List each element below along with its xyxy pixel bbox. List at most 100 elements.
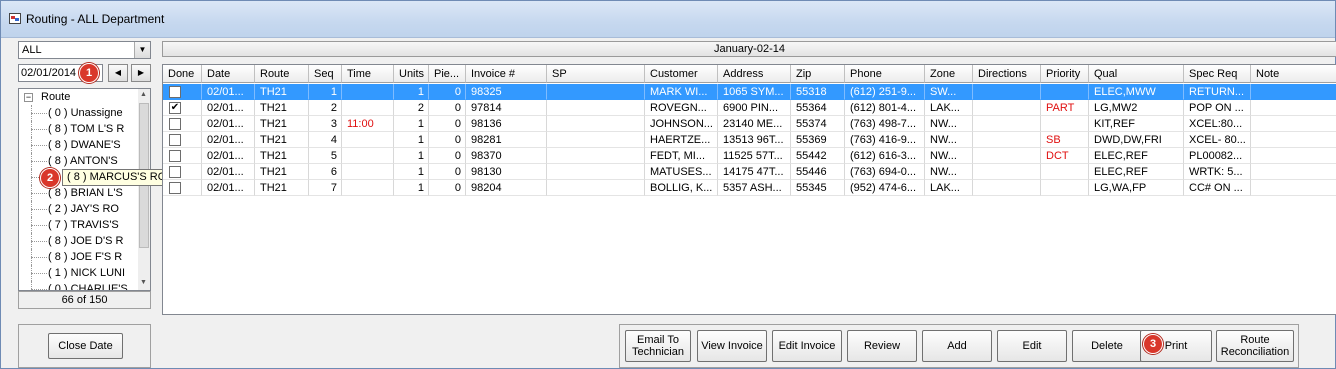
tree-item[interactable]: ( 8 ) JOE F'S R bbox=[19, 249, 139, 265]
window-title: Routing - ALL Department bbox=[26, 12, 165, 26]
tree-item[interactable]: ( 8 ) TOM L'S R bbox=[19, 121, 139, 137]
column-header-route[interactable]: Route bbox=[255, 65, 309, 83]
column-header-priority[interactable]: Priority bbox=[1041, 65, 1089, 83]
column-header-pie[interactable]: Pie... bbox=[429, 65, 466, 83]
cell-units: 1 bbox=[394, 164, 429, 180]
tree-item[interactable]: ( 8 ) DWANE'S bbox=[19, 137, 139, 153]
collapse-icon[interactable]: − bbox=[24, 93, 33, 102]
cell-note bbox=[1251, 116, 1336, 132]
close-date-button[interactable]: Close Date bbox=[48, 333, 123, 359]
chevron-down-icon[interactable]: ▼ bbox=[134, 42, 150, 58]
column-header-address[interactable]: Address bbox=[718, 65, 791, 83]
tree-item-label: ( 0 ) CHARLIE'S bbox=[48, 283, 128, 291]
route-tree[interactable]: − Route ( 0 ) Unassigne ( 8 ) TOM L'S R ( … bbox=[18, 88, 151, 291]
cell-pie: 0 bbox=[429, 132, 466, 148]
add-button[interactable]: Add bbox=[922, 330, 992, 362]
tree-connector bbox=[31, 257, 47, 258]
column-header-customer[interactable]: Customer bbox=[645, 65, 718, 83]
tree-item[interactable]: ( 2 ) JAY'S RO bbox=[19, 201, 139, 217]
view-invoice-button[interactable]: View Invoice bbox=[697, 330, 767, 362]
done-checkbox[interactable] bbox=[169, 134, 181, 146]
table-row[interactable]: 02/01... TH21 3 11:00 1 0 98136 JOHNSON... 23140… bbox=[163, 116, 1336, 132]
edit-invoice-button[interactable]: Edit Invoice bbox=[772, 330, 842, 362]
cell-directions bbox=[973, 100, 1041, 116]
tree-scrollbar[interactable]: ▲ ▼ bbox=[138, 89, 150, 290]
done-checkbox[interactable] bbox=[169, 182, 181, 194]
cell-note bbox=[1251, 84, 1336, 100]
column-header-spec[interactable]: Spec Req bbox=[1184, 65, 1251, 83]
column-header-sp[interactable]: SP bbox=[547, 65, 645, 83]
column-header-date[interactable]: Date bbox=[202, 65, 255, 83]
tree-item[interactable]: ( 0 ) Unassigne bbox=[19, 105, 139, 121]
cell-route: TH21 bbox=[255, 84, 309, 100]
cell-pie: 0 bbox=[429, 84, 466, 100]
cell-units: 2 bbox=[394, 100, 429, 116]
cell-sp bbox=[547, 148, 645, 164]
column-header-seq[interactable]: Seq bbox=[309, 65, 342, 83]
tree-item[interactable]: ( 8 ) JOE D'S R bbox=[19, 233, 139, 249]
tree-item-label: ( 0 ) Unassigne bbox=[48, 107, 123, 119]
column-header-units[interactable]: Units bbox=[394, 65, 429, 83]
column-header-zip[interactable]: Zip bbox=[791, 65, 845, 83]
done-checkbox[interactable] bbox=[169, 150, 181, 162]
cell-qual: ELEC,MWW bbox=[1089, 84, 1184, 100]
cell-seq: 2 bbox=[309, 100, 342, 116]
column-header-zone[interactable]: Zone bbox=[925, 65, 973, 83]
done-checkbox[interactable]: ✔ bbox=[169, 102, 181, 114]
route-reconciliation-label: Route Reconciliation bbox=[1220, 334, 1290, 358]
cell-done bbox=[163, 164, 202, 180]
cell-directions bbox=[973, 132, 1041, 148]
next-date-button[interactable]: ▶ bbox=[131, 64, 151, 82]
table-row[interactable]: 02/01... TH21 4 1 0 98281 HAERTZE... 13513 96T.… bbox=[163, 132, 1336, 148]
cell-directions bbox=[973, 164, 1041, 180]
column-header-done[interactable]: Done bbox=[163, 65, 202, 83]
tree-root[interactable]: − Route bbox=[19, 89, 139, 105]
done-checkbox[interactable] bbox=[169, 166, 181, 178]
delete-button[interactable]: Delete bbox=[1072, 330, 1142, 362]
table-row[interactable]: 02/01... TH21 1 1 0 98325 MARK WI... 1065 SYM..… bbox=[163, 84, 1336, 100]
column-header-invoice[interactable]: Invoice # bbox=[466, 65, 547, 83]
cell-phone: (612) 801-4... bbox=[845, 100, 925, 116]
cell-date: 02/01... bbox=[202, 84, 255, 100]
column-header-note[interactable]: Note bbox=[1251, 65, 1336, 83]
cell-seq: 3 bbox=[309, 116, 342, 132]
table-row[interactable]: 02/01... TH21 7 1 0 98204 BOLLIG, K... 5357 ASH… bbox=[163, 180, 1336, 196]
tree-item-label: ( 8 ) ANTON'S bbox=[48, 155, 118, 167]
tree-item[interactable]: ( 1 ) NICK LUNI bbox=[19, 265, 139, 281]
review-button[interactable]: Review bbox=[847, 330, 917, 362]
edit-button[interactable]: Edit bbox=[997, 330, 1067, 362]
table-row[interactable]: 02/01... TH21 5 1 0 98370 FEDT, MI... 11525 57T… bbox=[163, 148, 1336, 164]
tree-item[interactable]: ( 0 ) CHARLIE'S bbox=[19, 281, 139, 291]
cell-priority bbox=[1041, 180, 1089, 196]
cell-seq: 6 bbox=[309, 164, 342, 180]
done-checkbox[interactable] bbox=[169, 86, 181, 98]
scroll-down-icon[interactable]: ▼ bbox=[140, 279, 147, 286]
column-header-directions[interactable]: Directions bbox=[973, 65, 1041, 83]
table-row[interactable]: ✔ 02/01... TH21 2 2 0 97814 ROVEGN... 6900 PIN..… bbox=[163, 100, 1336, 116]
prev-date-button[interactable]: ◀ bbox=[108, 64, 128, 82]
scroll-up-icon[interactable]: ▲ bbox=[140, 91, 147, 98]
tree-item[interactable]: ( 7 ) TRAVIS'S bbox=[19, 217, 139, 233]
callout-marker-1: 1 bbox=[79, 63, 99, 83]
route-reconciliation-button[interactable]: Route Reconciliation bbox=[1216, 330, 1294, 362]
table-row[interactable]: 02/01... TH21 6 1 0 98130 MATUSES... 14175 47T.… bbox=[163, 164, 1336, 180]
department-select[interactable]: ALL ▼ bbox=[18, 41, 151, 59]
done-checkbox[interactable] bbox=[169, 118, 181, 130]
tree-item[interactable]: ( 8 ) ANTON'S bbox=[19, 153, 139, 169]
cell-time bbox=[342, 132, 394, 148]
cell-customer: MATUSES... bbox=[645, 164, 718, 180]
cell-zone: NW... bbox=[925, 164, 973, 180]
column-header-time[interactable]: Time bbox=[342, 65, 394, 83]
cell-zone: SW... bbox=[925, 84, 973, 100]
tree-item-label: ( 8 ) BRIAN L'S bbox=[48, 187, 123, 199]
cell-directions bbox=[973, 148, 1041, 164]
email-technician-button[interactable]: Email To Technician bbox=[625, 330, 691, 362]
tree-item[interactable]: ( 8 ) BRIAN L'S bbox=[19, 185, 139, 201]
cell-zip: 55374 bbox=[791, 116, 845, 132]
cell-priority bbox=[1041, 164, 1089, 180]
cell-pie: 0 bbox=[429, 100, 466, 116]
column-header-phone[interactable]: Phone bbox=[845, 65, 925, 83]
tree-item-label: ( 8 ) JOE F'S R bbox=[48, 251, 123, 263]
routing-grid[interactable]: Done Date Route Seq Time Units Pie... Invoice #… bbox=[162, 64, 1336, 315]
column-header-qual[interactable]: Qual bbox=[1089, 65, 1184, 83]
